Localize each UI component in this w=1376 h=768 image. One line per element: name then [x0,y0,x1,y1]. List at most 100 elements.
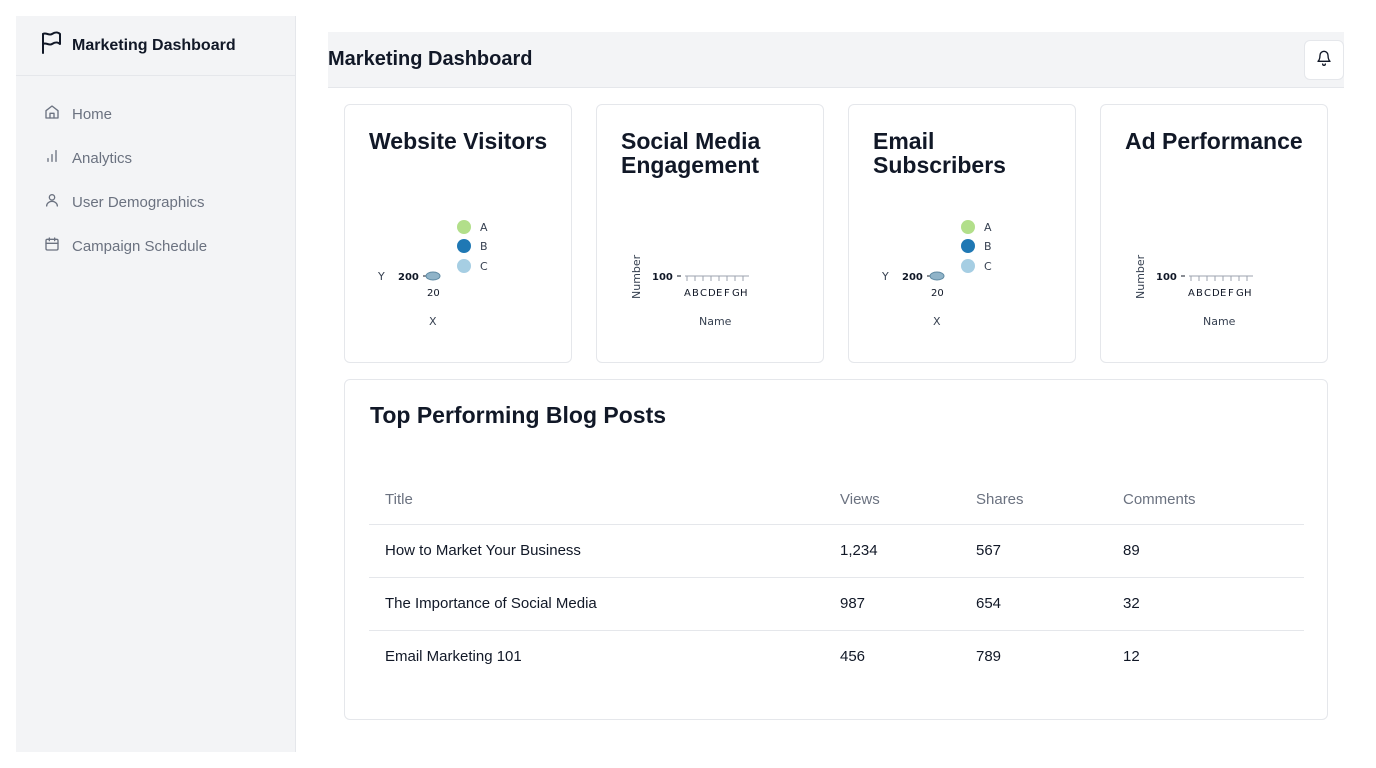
x-tick-label-c: C [1204,288,1211,299]
chart-legend: A B C [961,220,992,273]
flag-icon [40,31,62,60]
cell-title: How to Market Your Business [369,524,824,578]
legend-swatch-a [457,220,471,234]
legend-label-c: C [984,260,992,273]
card-website-visitors: Website Visitors A B C Y 200 20 X [344,104,572,363]
card-ad-performance: Ad Performance Number 100 A B C D E F G … [1100,104,1328,363]
x-axis-label: Name [699,315,732,328]
notifications-button[interactable] [1304,39,1344,80]
website-visitors-chart: A B C Y 200 20 X [377,220,488,328]
x-tick-label-a: A [1188,288,1195,299]
table-row[interactable]: How to Market Your Business 1,234 567 89 [369,524,1304,578]
cell-views: 456 [840,648,866,666]
x-tick-label-c: C [700,288,707,299]
brand-name: Marketing Dashboard [72,36,236,54]
legend-label-b: B [984,240,992,253]
cell-comments: 32 [1107,577,1304,631]
column-header-title[interactable]: Title [369,476,824,525]
cell-comments: 89 [1107,524,1304,578]
calendar-icon [44,236,60,256]
top-blog-posts-card: Top Performing Blog Posts Title Views Sh… [344,379,1328,720]
cell-title: The Importance of Social Media [369,577,824,631]
card-social-media-engagement: Social Media Engagement Number 100 A B C… [596,104,824,363]
page-title: Marketing Dashboard [328,48,533,70]
sidebar: Marketing Dashboard Home Analytics User … [16,16,296,752]
legend-swatch-c [457,259,471,273]
sidebar-item-campaign-schedule[interactable]: Campaign Schedule [16,224,295,268]
data-point [425,271,441,281]
x-tick-label-d: D [1212,288,1220,299]
x-tick-label-h: H [1244,288,1252,299]
legend-label-a: A [984,221,992,234]
legend-swatch-c [961,259,975,273]
y-axis-label: Y [881,270,889,283]
y-axis-label: Y [377,270,385,283]
email-subscribers-chart: A B C Y 200 20 X [881,220,992,328]
sidebar-item-analytics[interactable]: Analytics [16,136,295,180]
blog-posts-table: Title Views Shares Comments How to Marke… [369,476,1304,683]
page-header: Marketing Dashboard [328,32,1344,88]
x-ticks [1190,276,1248,281]
sidebar-item-label: Home [72,105,113,123]
x-tick-label-f: F [1228,288,1234,299]
sidebar-item-home[interactable]: Home [16,92,295,136]
x-tick-label-e: E [716,288,722,299]
column-header-views[interactable]: Views [824,476,960,525]
legend-swatch-b [961,239,975,253]
sidebar-nav: Home Analytics User Demographics Campaig… [16,76,295,268]
x-tick-label: 20 [427,288,440,299]
x-tick-label-e: E [1220,288,1226,299]
y-tick-label: 100 [652,272,673,283]
x-axis-label: X [933,315,941,328]
x-tick-label-h: H [740,288,748,299]
cell-views: 987 [824,577,960,631]
table-row[interactable]: The Importance of Social Media 987 654 3… [369,577,1304,631]
user-icon [44,192,60,212]
x-tick-label-a: A [684,288,691,299]
sidebar-brand[interactable]: Marketing Dashboard [16,16,295,76]
column-header-comments[interactable]: Comments [1107,476,1304,525]
legend-swatch-b [457,239,471,253]
table-header-row: Title Views Shares Comments [369,476,1304,525]
bell-icon [1316,50,1332,69]
x-tick-labels: A B C D E F G H [684,288,748,299]
x-tick-label-d: D [708,288,716,299]
y-tick-label: 100 [1156,272,1177,283]
legend-label-c: C [480,260,488,273]
table-row[interactable]: Email Marketing 101 456 789 12 [369,630,1304,683]
x-axis-label: Name [1203,315,1236,328]
column-header-shares[interactable]: Shares [960,476,1107,525]
x-tick-label: 20 [931,288,944,299]
x-tick-label-f: F [724,288,730,299]
y-tick-label: 200 [398,272,419,283]
x-ticks [686,276,744,281]
cell-comments: 12 [1123,648,1140,666]
x-tick-label-g: G [732,288,740,299]
x-tick-label-b: B [1196,288,1203,299]
legend-swatch-a [961,220,975,234]
x-tick-label-b: B [692,288,699,299]
sidebar-item-label: User Demographics [72,193,205,211]
cell-views: 1,234 [824,524,960,578]
y-tick-label: 200 [902,272,923,283]
bar-chart-icon [44,148,60,168]
y-axis-label: Number [630,254,643,299]
card-email-subscribers: Email Subscribers A B C Y 200 20 X [848,104,1076,363]
sidebar-item-user-demographics[interactable]: User Demographics [16,180,295,224]
chart-legend: A B C [457,220,488,273]
cell-title: Email Marketing 101 [385,648,522,666]
data-point [929,271,945,281]
cell-shares: 567 [960,524,1107,578]
y-axis-label: Number [1134,254,1147,299]
x-tick-label-g: G [1236,288,1244,299]
sidebar-item-label: Campaign Schedule [72,237,208,255]
x-axis-label: X [429,315,437,328]
legend-label-b: B [480,240,488,253]
cell-shares: 654 [960,577,1107,631]
ad-performance-chart: Number 100 A B C D E F G H Name [1134,254,1253,328]
sidebar-item-label: Analytics [72,149,133,167]
legend-label-a: A [480,221,488,234]
cell-shares: 789 [976,648,1002,666]
social-media-engagement-chart: Number 100 A B C D E F G H Name [630,254,749,328]
x-tick-labels: A B C D E F G H [1188,288,1252,299]
